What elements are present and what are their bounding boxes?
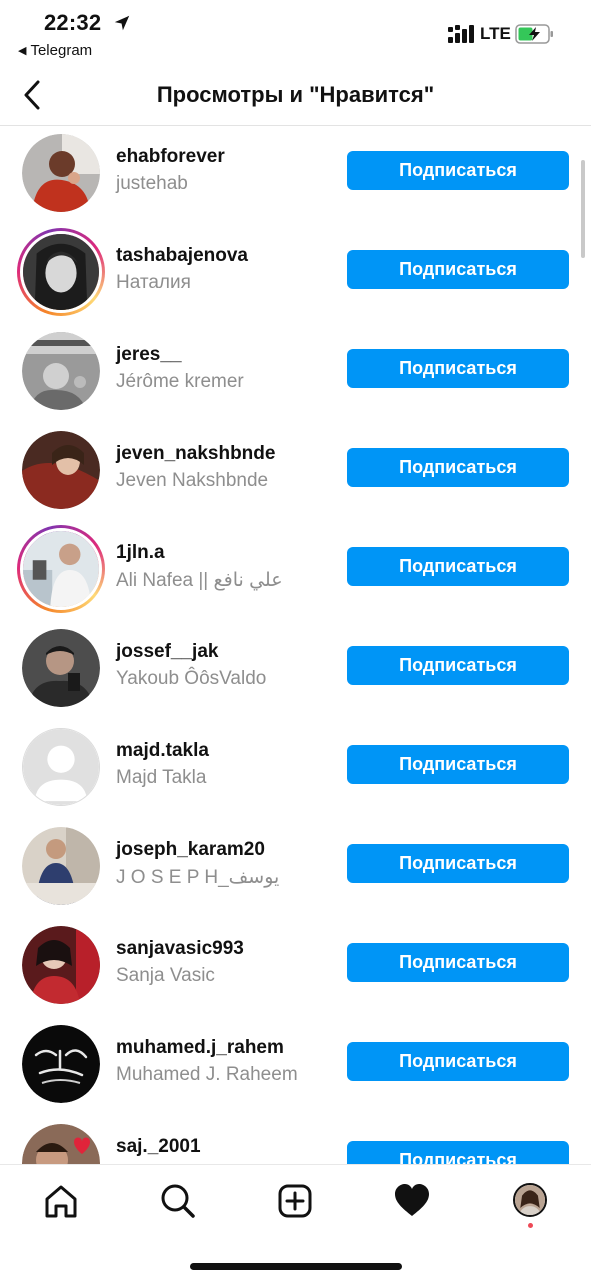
home-indicator[interactable] [190, 1263, 402, 1270]
list-item[interactable]: tashabajenova Наталия Подписаться [0, 225, 591, 324]
new-post-icon[interactable] [273, 1179, 317, 1223]
avatar-with-story-ring[interactable] [17, 228, 105, 316]
full-name: Majd Takla [116, 767, 207, 788]
avatar-placeholder[interactable] [22, 728, 100, 806]
list-item[interactable]: saj._2001 Подписаться [0, 1116, 591, 1164]
avatar-with-story-ring[interactable] [17, 525, 105, 613]
username[interactable]: ehabforever [116, 146, 225, 168]
page-header: Просмотры и "Нравится" [0, 64, 591, 126]
username[interactable]: jossef__jak [116, 641, 218, 663]
battery-charging-icon [515, 24, 553, 44]
list-item[interactable]: sanjavasic993 Sanja Vasic Подписаться [0, 918, 591, 1017]
follow-button[interactable]: Подписаться [347, 547, 569, 586]
signal-icon [448, 25, 474, 43]
search-icon[interactable] [156, 1179, 200, 1223]
list-item[interactable]: joseph_karam20 J O S E P H_يوسف Подписат… [0, 819, 591, 918]
avatar[interactable] [22, 332, 100, 410]
avatar[interactable] [22, 926, 100, 1004]
follow-button[interactable]: Подписаться [347, 448, 569, 487]
back-triangle-icon: ◀ [18, 45, 27, 57]
username[interactable]: sanjavasic993 [116, 938, 244, 960]
full-name: J O S E P H_يوسف [116, 867, 280, 888]
list-item[interactable]: ehabforever justehab Подписаться [0, 126, 591, 225]
full-name: Sanja Vasic [116, 965, 215, 986]
list-item[interactable]: jeres__ Jérôme kremer Подписаться [0, 324, 591, 423]
back-app-label: Telegram [30, 42, 93, 59]
avatar[interactable] [22, 1124, 100, 1164]
status-time: 22:32 [44, 10, 102, 35]
follow-button[interactable]: Подписаться [347, 745, 569, 784]
list-item[interactable]: majd.takla Majd Takla Подписаться [0, 720, 591, 819]
follow-button[interactable]: Подписаться [347, 943, 569, 982]
username[interactable]: saj._2001 [116, 1136, 201, 1158]
follow-button[interactable]: Подписаться [347, 1042, 569, 1081]
follow-button[interactable]: Подписаться [347, 844, 569, 883]
location-arrow-icon [114, 15, 130, 31]
home-icon[interactable] [39, 1179, 83, 1223]
avatar[interactable] [22, 134, 100, 212]
page-title: Просмотры и "Нравится" [156, 82, 435, 107]
follow-button[interactable]: Подписаться [347, 250, 569, 289]
username[interactable]: jeven_nakshbnde [116, 443, 275, 465]
full-name: Jeven Nakshbnde [116, 470, 269, 491]
follow-button[interactable]: Подписаться [347, 349, 569, 388]
full-name: Yakoub ÔôsValdo [116, 668, 267, 689]
avatar[interactable] [22, 431, 100, 509]
follow-button[interactable]: Подписаться [347, 151, 569, 190]
avatar[interactable] [22, 629, 100, 707]
scrollbar[interactable] [581, 160, 585, 258]
activity-heart-icon[interactable] [390, 1179, 434, 1223]
username[interactable]: joseph_karam20 [116, 839, 265, 861]
full-name: Muhamed J. Raheem [116, 1064, 298, 1085]
list-item[interactable]: muhamed.j_rahem Muhamed J. Raheem Подпис… [0, 1017, 591, 1116]
username[interactable]: tashabajenova [116, 245, 248, 267]
profile-avatar[interactable] [513, 1183, 547, 1217]
viewers-list[interactable]: ehabforever justehab Подписаться tashaba… [0, 126, 591, 1164]
username[interactable]: muhamed.j_rahem [116, 1037, 284, 1059]
follow-button[interactable]: Подписаться [347, 1141, 569, 1164]
full-name: Ali Nafea || علي نافع [116, 570, 283, 591]
full-name: Наталия [116, 272, 191, 293]
username[interactable]: 1jln.a [116, 542, 165, 564]
follow-button[interactable]: Подписаться [347, 646, 569, 685]
avatar[interactable] [22, 827, 100, 905]
avatar[interactable] [22, 1025, 100, 1103]
username[interactable]: majd.takla [116, 740, 209, 762]
status-bar: 22:32 ◀ Telegram LTE [0, 0, 591, 62]
full-name: Jérôme kremer [116, 371, 244, 392]
notification-dot [528, 1223, 533, 1228]
bottom-tab-bar [0, 1164, 591, 1280]
back-to-app-link[interactable]: ◀ Telegram [18, 42, 92, 59]
list-item[interactable]: 1jln.a Ali Nafea || علي نافع Подписаться [0, 522, 591, 621]
username[interactable]: jeres__ [116, 344, 182, 366]
list-item[interactable]: jeven_nakshbnde Jeven Nakshbnde Подписат… [0, 423, 591, 522]
full-name: justehab [116, 173, 188, 194]
network-label: LTE [480, 24, 511, 43]
list-item[interactable]: jossef__jak Yakoub ÔôsValdo Подписаться [0, 621, 591, 720]
